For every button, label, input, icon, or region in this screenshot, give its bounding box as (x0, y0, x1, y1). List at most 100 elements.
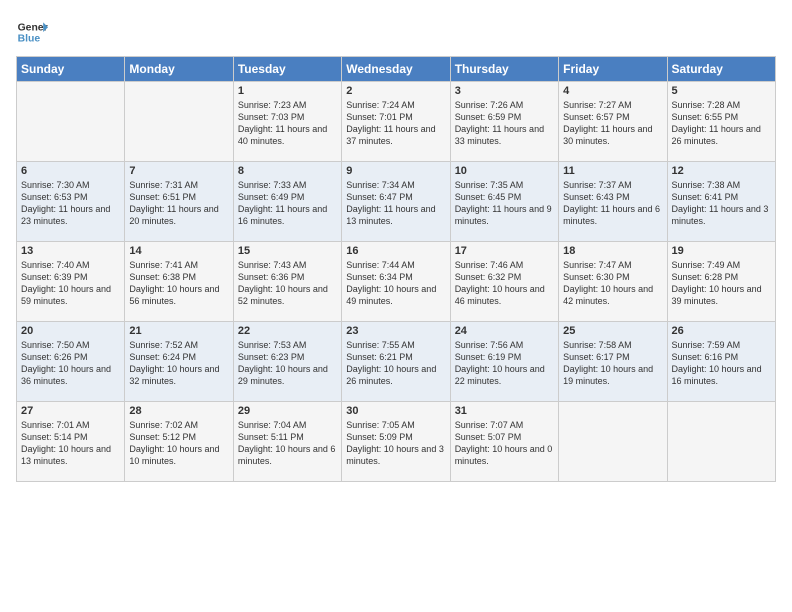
calendar-cell: 28 Sunrise: 7:02 AM Sunset: 5:12 PM Dayli… (125, 402, 233, 482)
day-number: 31 (455, 405, 554, 417)
calendar-cell: 6 Sunrise: 7:30 AM Sunset: 6:53 PM Daylig… (17, 162, 125, 242)
calendar-cell: 1 Sunrise: 7:23 AM Sunset: 7:03 PM Daylig… (233, 82, 341, 162)
day-info: Sunrise: 7:28 AM Sunset: 6:55 PM Dayligh… (672, 99, 771, 148)
calendar-cell: 12 Sunrise: 7:38 AM Sunset: 6:41 PM Dayli… (667, 162, 775, 242)
day-number: 18 (563, 245, 662, 257)
day-number: 26 (672, 325, 771, 337)
calendar-cell: 10 Sunrise: 7:35 AM Sunset: 6:45 PM Dayli… (450, 162, 558, 242)
calendar-cell: 25 Sunrise: 7:58 AM Sunset: 6:17 PM Dayli… (559, 322, 667, 402)
day-number: 5 (672, 85, 771, 97)
calendar-cell: 14Sunrise: 7:41 AM Sunset: 6:38 PM Dayli… (125, 242, 233, 322)
day-info: Sunrise: 7:55 AM Sunset: 6:21 PM Dayligh… (346, 339, 445, 388)
day-number: 7 (129, 165, 228, 177)
calendar-cell: 8Sunrise: 7:33 AM Sunset: 6:49 PM Daylig… (233, 162, 341, 242)
day-number: 27 (21, 405, 120, 417)
calendar-cell: 29Sunrise: 7:04 AM Sunset: 5:11 PM Dayli… (233, 402, 341, 482)
day-number: 20 (21, 325, 120, 337)
logo-icon: General Blue (16, 16, 48, 48)
day-info: Sunrise: 7:38 AM Sunset: 6:41 PM Dayligh… (672, 179, 771, 228)
day-number: 22 (238, 325, 337, 337)
day-number: 12 (672, 165, 771, 177)
day-info: Sunrise: 7:50 AM Sunset: 6:26 PM Dayligh… (21, 339, 120, 388)
calendar-cell: 19Sunrise: 7:49 AM Sunset: 6:28 PM Dayli… (667, 242, 775, 322)
day-info: Sunrise: 7:31 AM Sunset: 6:51 PM Dayligh… (129, 179, 228, 228)
day-number: 21 (129, 325, 228, 337)
day-info: Sunrise: 7:34 AM Sunset: 6:47 PM Dayligh… (346, 179, 445, 228)
day-number: 24 (455, 325, 554, 337)
day-info: Sunrise: 7:56 AM Sunset: 6:19 PM Dayligh… (455, 339, 554, 388)
day-info: Sunrise: 7:05 AM Sunset: 5:09 PM Dayligh… (346, 419, 445, 468)
calendar-cell: 15 Sunrise: 7:43 AM Sunset: 6:36 PM Dayli… (233, 242, 341, 322)
calendar-cell (125, 82, 233, 162)
day-info: Sunrise: 7:44 AM Sunset: 6:34 PM Dayligh… (346, 259, 445, 308)
day-info: Sunrise: 7:33 AM Sunset: 6:49 PM Dayligh… (238, 179, 337, 228)
day-header-saturday: Saturday (667, 57, 775, 82)
day-number: 25 (563, 325, 662, 337)
calendar-cell: 22 Sunrise: 7:53 AM Sunset: 6:23 PM Dayli… (233, 322, 341, 402)
calendar-cell: 23 Sunrise: 7:55 AM Sunset: 6:21 PM Dayli… (342, 322, 450, 402)
calendar-cell: 16 Sunrise: 7:44 AM Sunset: 6:34 PM Dayli… (342, 242, 450, 322)
calendar-cell: 21 Sunrise: 7:52 AM Sunset: 6:24 PM Dayli… (125, 322, 233, 402)
day-number: 15 (238, 245, 337, 257)
day-info: Sunrise: 7:24 AM Sunset: 7:01 PM Dayligh… (346, 99, 445, 148)
calendar-cell: 20 Sunrise: 7:50 AM Sunset: 6:26 PM Dayli… (17, 322, 125, 402)
day-header-wednesday: Wednesday (342, 57, 450, 82)
calendar-cell: 2 Sunrise: 7:24 AM Sunset: 7:01 PM Daylig… (342, 82, 450, 162)
calendar-cell (559, 402, 667, 482)
day-number: 4 (563, 85, 662, 97)
calendar-table: SundayMondayTuesdayWednesdayThursdayFrid… (16, 56, 776, 482)
day-info: Sunrise: 7:02 AM Sunset: 5:12 PM Dayligh… (129, 419, 228, 468)
day-number: 28 (129, 405, 228, 417)
day-header-sunday: Sunday (17, 57, 125, 82)
day-info: Sunrise: 7:52 AM Sunset: 6:24 PM Dayligh… (129, 339, 228, 388)
page-header: General Blue (16, 16, 776, 48)
svg-text:Blue: Blue (18, 34, 41, 45)
day-header-monday: Monday (125, 57, 233, 82)
day-header-thursday: Thursday (450, 57, 558, 82)
calendar-cell: 24 Sunrise: 7:56 AM Sunset: 6:19 PM Dayli… (450, 322, 558, 402)
calendar-cell: 11 Sunrise: 7:37 AM Sunset: 6:43 PM Dayli… (559, 162, 667, 242)
day-number: 10 (455, 165, 554, 177)
day-number: 3 (455, 85, 554, 97)
day-info: Sunrise: 7:46 AM Sunset: 6:32 PM Dayligh… (455, 259, 554, 308)
day-number: 16 (346, 245, 445, 257)
day-info: Sunrise: 7:30 AM Sunset: 6:53 PM Dayligh… (21, 179, 120, 228)
day-info: Sunrise: 7:23 AM Sunset: 7:03 PM Dayligh… (238, 99, 337, 148)
day-info: Sunrise: 7:43 AM Sunset: 6:36 PM Dayligh… (238, 259, 337, 308)
day-info: Sunrise: 7:53 AM Sunset: 6:23 PM Dayligh… (238, 339, 337, 388)
day-info: Sunrise: 7:26 AM Sunset: 6:59 PM Dayligh… (455, 99, 554, 148)
day-header-tuesday: Tuesday (233, 57, 341, 82)
calendar-cell (667, 402, 775, 482)
day-number: 2 (346, 85, 445, 97)
calendar-cell: 9 Sunrise: 7:34 AM Sunset: 6:47 PM Daylig… (342, 162, 450, 242)
day-info: Sunrise: 7:35 AM Sunset: 6:45 PM Dayligh… (455, 179, 554, 228)
day-info: Sunrise: 7:59 AM Sunset: 6:16 PM Dayligh… (672, 339, 771, 388)
calendar-cell: 7 Sunrise: 7:31 AM Sunset: 6:51 PM Daylig… (125, 162, 233, 242)
day-info: Sunrise: 7:49 AM Sunset: 6:28 PM Dayligh… (672, 259, 771, 308)
calendar-cell: 27 Sunrise: 7:01 AM Sunset: 5:14 PM Dayli… (17, 402, 125, 482)
logo: General Blue (16, 16, 48, 48)
day-number: 1 (238, 85, 337, 97)
day-number: 11 (563, 165, 662, 177)
calendar-cell (17, 82, 125, 162)
calendar-cell: 3 Sunrise: 7:26 AM Sunset: 6:59 PM Daylig… (450, 82, 558, 162)
calendar-cell: 26 Sunrise: 7:59 AM Sunset: 6:16 PM Dayli… (667, 322, 775, 402)
calendar-cell: 5 Sunrise: 7:28 AM Sunset: 6:55 PM Daylig… (667, 82, 775, 162)
day-info: Sunrise: 7:01 AM Sunset: 5:14 PM Dayligh… (21, 419, 120, 468)
day-info: Sunrise: 7:41 AM Sunset: 6:38 PM Dayligh… (129, 259, 228, 308)
day-number: 9 (346, 165, 445, 177)
day-info: Sunrise: 7:27 AM Sunset: 6:57 PM Dayligh… (563, 99, 662, 148)
day-info: Sunrise: 7:40 AM Sunset: 6:39 PM Dayligh… (21, 259, 120, 308)
day-info: Sunrise: 7:58 AM Sunset: 6:17 PM Dayligh… (563, 339, 662, 388)
day-number: 17 (455, 245, 554, 257)
day-info: Sunrise: 7:47 AM Sunset: 6:30 PM Dayligh… (563, 259, 662, 308)
day-info: Sunrise: 7:37 AM Sunset: 6:43 PM Dayligh… (563, 179, 662, 228)
calendar-cell: 31Sunrise: 7:07 AM Sunset: 5:07 PM Dayli… (450, 402, 558, 482)
calendar-cell: 30 Sunrise: 7:05 AM Sunset: 5:09 PM Dayli… (342, 402, 450, 482)
day-number: 29 (238, 405, 337, 417)
day-number: 6 (21, 165, 120, 177)
day-number: 13 (21, 245, 120, 257)
day-number: 30 (346, 405, 445, 417)
day-header-friday: Friday (559, 57, 667, 82)
day-number: 23 (346, 325, 445, 337)
